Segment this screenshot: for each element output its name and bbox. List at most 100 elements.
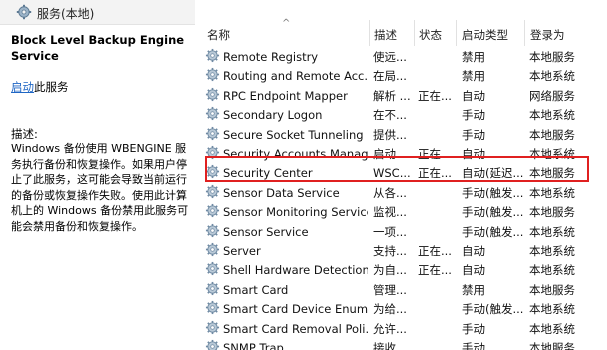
service-logon-as: 本地服务 <box>529 166 575 181</box>
service-startup-type: 手动 <box>462 127 485 142</box>
service-startup-type: 手动(触发... <box>462 185 524 200</box>
service-logon-as: 本地服务 <box>529 50 575 64</box>
service-description: 支持... <box>373 244 407 258</box>
service-startup-type: 自动 <box>462 263 485 278</box>
column-header-logon-as[interactable]: 登录为 <box>530 27 565 43</box>
service-gear-icon <box>205 300 220 318</box>
description-label: 描述: <box>11 127 38 141</box>
service-logon-as: 本地系统 <box>529 321 575 336</box>
description-text: Windows 备份使用 WBENGINE 服务执行备份和恢复操作。如果用户停止… <box>11 142 189 233</box>
service-name: Sensor Service <box>223 224 309 239</box>
service-startup-type: 禁用 <box>462 50 485 64</box>
service-logon-as: 本地服务 <box>529 127 575 142</box>
service-logon-as: 本地系统 <box>529 69 575 84</box>
console-header: 服务(本地) <box>0 0 195 25</box>
service-row[interactable]: Smart Card Device Enum... 为给... 手动(触发... 本地… <box>195 299 607 318</box>
service-startup-type: 自动 <box>462 147 485 161</box>
column-header-row: ^ 名称 描述 状态 启动类型 登录为 <box>195 18 607 48</box>
service-logon-as: 本地系统 <box>529 108 575 123</box>
service-name: Sensor Data Service <box>223 185 340 200</box>
service-gear-icon <box>205 242 220 260</box>
service-gear-icon <box>205 261 220 279</box>
service-logon-as: 本地服务 <box>529 205 575 220</box>
service-startup-type: 自动 <box>462 88 485 103</box>
service-status: 正在... <box>418 263 452 278</box>
service-description: 使远... <box>373 50 407 64</box>
service-description: 为给... <box>373 302 407 317</box>
service-row[interactable]: Remote Registry 使远... 禁用 本地服务 <box>195 47 607 66</box>
service-row[interactable]: Smart Card Removal Poli... 允许... 手动 本地系统 <box>195 319 607 338</box>
service-gear-icon <box>205 126 220 144</box>
service-gear-icon <box>205 320 220 338</box>
service-status: 正在... <box>418 88 452 103</box>
start-service-link[interactable]: 启动 <box>11 80 34 94</box>
service-description: 允许... <box>373 321 407 336</box>
service-description: 从各... <box>373 185 407 200</box>
service-gear-icon <box>205 281 220 299</box>
service-startup-type: 手动 <box>462 341 485 350</box>
service-logon-as: 本地系统 <box>529 302 575 317</box>
service-gear-icon <box>205 48 220 66</box>
service-name: Security Center <box>223 166 313 181</box>
service-logon-as: 本地系统 <box>529 224 575 239</box>
column-divider[interactable] <box>414 20 415 46</box>
service-row[interactable]: Smart Card 管理... 禁用 本地服务 <box>195 280 607 299</box>
service-description: 在不... <box>373 108 407 123</box>
service-startup-type: 手动(触发... <box>462 302 524 317</box>
service-row[interactable]: Server 支持... 正在... 自动 本地系统 <box>195 241 607 260</box>
column-divider[interactable] <box>369 20 370 46</box>
service-description: 为自... <box>373 263 407 278</box>
service-status: 正在... <box>418 244 452 258</box>
service-row[interactable]: Routing and Remote Acc... 在局... 禁用 本地系统 <box>195 66 607 85</box>
service-logon-as: 本地服务 <box>529 282 575 297</box>
service-startup-type: 自动 <box>462 244 485 258</box>
service-name: Shell Hardware Detection <box>223 263 368 278</box>
service-row[interactable]: Sensor Service 一项... 手动(触发... 本地系统 <box>195 222 607 241</box>
service-name: Smart Card Removal Poli... <box>223 321 368 336</box>
column-header-startup-type[interactable]: 启动类型 <box>462 27 508 43</box>
selected-service-title: Block Level Backup Engine Service <box>11 33 185 63</box>
service-name: Smart Card Device Enum... <box>223 302 368 317</box>
service-startup-type: 手动(触发... <box>462 205 524 220</box>
column-header-status[interactable]: 状态 <box>419 27 442 43</box>
service-name: Server <box>223 244 261 258</box>
service-description: 提供... <box>373 127 407 142</box>
service-row[interactable]: Shell Hardware Detection 为自... 正在... 自动 本地系统 <box>195 260 607 279</box>
service-row[interactable]: SNMP Trap 接收... 手动 本地服务 <box>195 338 607 350</box>
service-description: 启动... <box>373 147 407 161</box>
start-service-suffix: 此服务 <box>34 80 69 94</box>
service-startup-type: 手动 <box>462 321 485 336</box>
column-header-description[interactable]: 描述 <box>374 27 397 43</box>
service-row[interactable]: Security Center WSC... 正在... 自动(延迟... 本地服务 <box>195 163 607 182</box>
service-name: Secure Socket Tunneling ... <box>223 127 368 142</box>
service-detail-pane: Block Level Backup Engine Service 启动此服务 … <box>0 25 195 350</box>
service-gear-icon <box>205 164 220 182</box>
service-logon-as: 本地系统 <box>529 185 575 200</box>
service-startup-type: 手动 <box>462 108 485 123</box>
service-name: Routing and Remote Acc... <box>223 69 368 84</box>
service-row[interactable]: Secure Socket Tunneling ... 提供... 手动 本地服务 <box>195 125 607 144</box>
service-startup-type: 禁用 <box>462 69 485 84</box>
service-name: Secondary Logon <box>223 108 323 123</box>
service-gear-icon <box>205 67 220 85</box>
start-service-line: 启动此服务 <box>11 79 69 95</box>
service-name: Remote Registry <box>223 50 319 64</box>
console-title: 服务(本地) <box>37 7 95 21</box>
service-row[interactable]: Sensor Data Service 从各... 手动(触发... 本地系统 <box>195 183 607 202</box>
service-row[interactable]: RPC Endpoint Mapper 解析 ... 正在... 自动 网络服务 <box>195 86 607 105</box>
service-name: Smart Card <box>223 282 289 297</box>
sort-ascending-icon: ^ <box>282 18 291 29</box>
service-description: WSC... <box>373 166 411 181</box>
column-divider[interactable] <box>524 20 525 46</box>
services-list[interactable]: ^ 名称 描述 状态 启动类型 登录为 Remote Registry 使远...… <box>195 18 607 350</box>
service-row[interactable]: Sensor Monitoring Service 监视... 手动(触发... 本地… <box>195 202 607 221</box>
service-gear-icon <box>205 87 220 105</box>
column-header-name[interactable]: 名称 <box>207 27 230 43</box>
service-name: Sensor Monitoring Service <box>223 205 368 220</box>
service-row[interactable]: Secondary Logon 在不... 手动 本地系统 <box>195 105 607 124</box>
column-divider[interactable] <box>456 20 457 46</box>
service-row[interactable]: Security Accounts Manag... 启动... 正在... 自动 本地… <box>195 144 607 163</box>
service-logon-as: 本地系统 <box>529 263 575 278</box>
services-gear-icon <box>16 4 32 23</box>
service-startup-type: 自动(延迟... <box>462 166 524 181</box>
